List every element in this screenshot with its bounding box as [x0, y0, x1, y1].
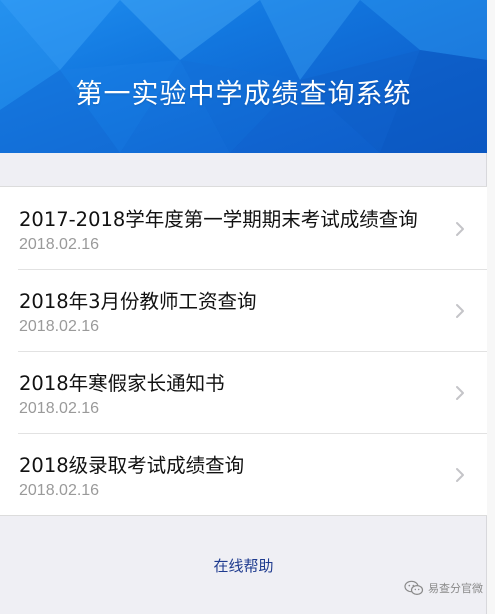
wechat-icon — [404, 580, 424, 596]
list-item[interactable]: 2017-2018学年度第一学期期末考试成绩查询 2018.02.16 — [0, 187, 487, 269]
chevron-right-icon — [456, 304, 464, 318]
list-item-title: 2017-2018学年度第一学期期末考试成绩查询 — [19, 208, 418, 231]
query-list: 2017-2018学年度第一学期期末考试成绩查询 2018.02.16 2018… — [0, 186, 487, 516]
online-help-link[interactable]: 在线帮助 — [0, 555, 487, 576]
chevron-right-icon — [456, 386, 464, 400]
header-banner: 第一实验中学成绩查询系统 — [0, 0, 487, 153]
list-item-date: 2018.02.16 — [19, 318, 100, 335]
list-item[interactable]: 2018年3月份教师工资查询 2018.02.16 — [0, 269, 487, 351]
watermark: 易查分官微 — [404, 580, 483, 596]
page: 第一实验中学成绩查询系统 2017-2018学年度第一学期期末考试成绩查询 20… — [0, 0, 487, 614]
chevron-right-icon — [456, 468, 464, 482]
list-item[interactable]: 2018级录取考试成绩查询 2018.02.16 — [0, 433, 487, 515]
page-title: 第一实验中学成绩查询系统 — [75, 79, 412, 110]
list-item-title: 2018级录取考试成绩查询 — [19, 454, 245, 477]
list-item-title: 2018年3月份教师工资查询 — [19, 290, 257, 313]
watermark-text: 易查分官微 — [428, 582, 483, 595]
list-item[interactable]: 2018年寒假家长通知书 2018.02.16 — [0, 351, 487, 433]
list-item-date: 2018.02.16 — [19, 236, 100, 253]
chevron-right-icon — [456, 222, 464, 236]
list-item-date: 2018.02.16 — [19, 482, 100, 499]
list-item-date: 2018.02.16 — [19, 400, 100, 417]
page-edge — [487, 0, 495, 614]
list-item-title: 2018年寒假家长通知书 — [19, 372, 225, 395]
